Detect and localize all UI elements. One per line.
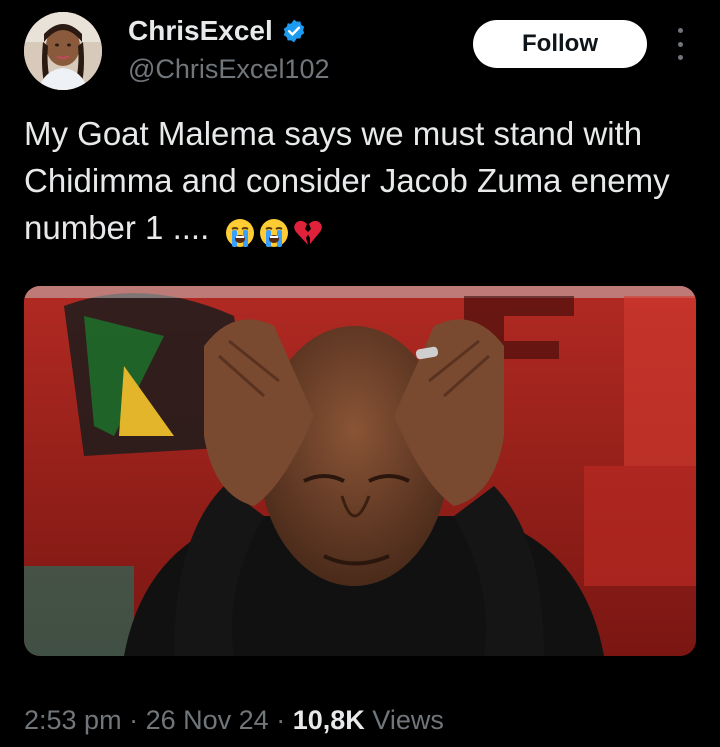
views-count[interactable]: 10,8K bbox=[293, 705, 365, 735]
broken-heart-icon bbox=[292, 214, 324, 246]
loudly-crying-face-icon bbox=[258, 214, 290, 248]
tweet-meta: 2:53 pm · 26 Nov 24 · 10,8K Views bbox=[24, 700, 444, 740]
tweet-media-image[interactable] bbox=[24, 286, 696, 656]
avatar[interactable] bbox=[24, 12, 102, 90]
meta-separator: · bbox=[276, 705, 286, 735]
tweet-time[interactable]: 2:53 pm bbox=[24, 705, 122, 735]
author-display-name[interactable]: ChrisExcel bbox=[128, 14, 273, 48]
verified-badge-icon bbox=[281, 18, 307, 44]
author-handle[interactable]: @ChrisExcel102 bbox=[128, 52, 330, 86]
emoji-row bbox=[224, 214, 324, 248]
photo-man-hands-on-head bbox=[24, 286, 696, 656]
tweet-date[interactable]: 26 Nov 24 bbox=[146, 705, 269, 735]
tweet-text: My Goat Malema says we must stand with C… bbox=[24, 110, 684, 251]
avatar-image bbox=[24, 12, 102, 90]
meta-separator: · bbox=[129, 705, 139, 735]
more-options-icon[interactable] bbox=[672, 28, 688, 60]
follow-button[interactable]: Follow bbox=[473, 20, 647, 68]
tweet: ChrisExcel @ChrisExcel102 Follow My Goat… bbox=[0, 0, 720, 747]
loudly-crying-face-icon bbox=[224, 214, 256, 248]
tweet-body: My Goat Malema says we must stand with C… bbox=[24, 115, 670, 246]
author-name-row[interactable]: ChrisExcel bbox=[128, 14, 307, 48]
views-label: Views bbox=[372, 705, 444, 735]
